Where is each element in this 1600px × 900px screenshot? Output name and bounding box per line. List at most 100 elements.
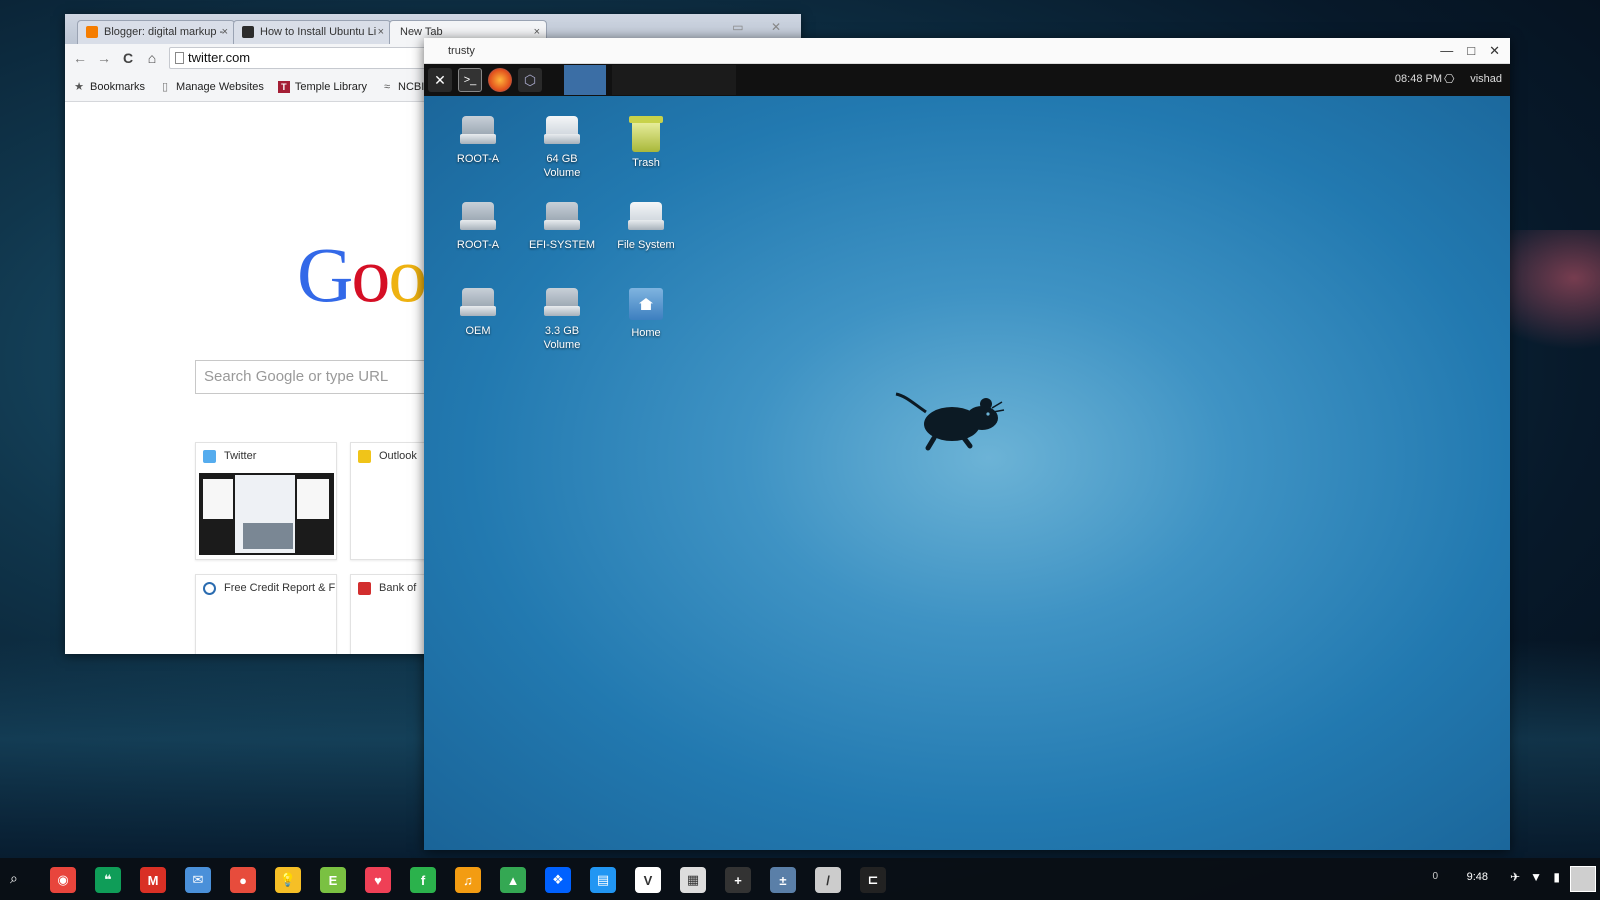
outlook-icon: [358, 450, 371, 463]
tab-blogger[interactable]: Blogger: digital markup - ×: [77, 20, 235, 44]
wifi-icon[interactable]: ▼: [1530, 870, 1542, 884]
desktop-icon-root-a[interactable]: ROOT-A: [436, 116, 520, 166]
files-icon[interactable]: ▤: [590, 867, 616, 893]
pocket-icon[interactable]: ♥: [365, 867, 391, 893]
calculator-icon[interactable]: ±: [770, 867, 796, 893]
desktop-icon-efi-system[interactable]: EFI-SYSTEM: [520, 202, 604, 252]
photos-icon[interactable]: ▦: [680, 867, 706, 893]
close-icon[interactable]: ✕: [1489, 38, 1500, 64]
home-icon[interactable]: ⌂: [145, 50, 159, 66]
most-visited-tile-twitter[interactable]: Twitter: [195, 442, 337, 560]
minimize-icon[interactable]: —: [1440, 38, 1453, 64]
desktop-icon-3-3gb-volume[interactable]: 3.3 GB Volume: [520, 288, 604, 352]
star-icon: ★: [74, 80, 84, 93]
twitter-icon: [203, 450, 216, 463]
drive-icon: [460, 116, 496, 146]
home-folder-icon: [629, 288, 663, 320]
vnc-icon[interactable]: V: [635, 867, 661, 893]
crosh-icon[interactable]: ⊏: [860, 867, 886, 893]
drive-icon: [544, 202, 580, 232]
inbox-icon[interactable]: ✉: [185, 867, 211, 893]
chromeos-shelf: ⌕ ◉ ❝ M ✉ ● 💡 E ♥ f ♫ ▲ ❖ ▤ V ▦ + ± / ⊏ 0 9:48 ✈ ▼ ▮: [0, 858, 1600, 900]
virtualbox-icon[interactable]: ⬡: [518, 68, 542, 92]
panel-user[interactable]: vishad: [1470, 73, 1502, 85]
drive-icon: [544, 288, 580, 318]
tab-label: How to Install Ubuntu Li: [260, 26, 377, 38]
bookmark-temple-library[interactable]: T Temple Library: [277, 80, 368, 93]
evernote-icon[interactable]: E: [320, 867, 346, 893]
tile-label: Twitter: [224, 450, 257, 462]
trash-icon: [629, 116, 663, 152]
taskbar-window-button[interactable]: [564, 65, 606, 95]
htg-icon: [242, 26, 254, 38]
panel-clock[interactable]: 08:48 PM: [1395, 73, 1442, 85]
trusty-window: trusty — □ ✕ ✕ >_ ⬡ 08:48 PM ⎔ vishad RO…: [424, 38, 1510, 850]
xfce-mouse-logo-icon: [895, 392, 1005, 451]
music-icon[interactable]: ♫: [455, 867, 481, 893]
bookmark-label: Bookmarks: [90, 80, 146, 93]
drive-icon: [460, 202, 496, 232]
bookmark-label: NCBI: [398, 80, 425, 93]
google-logo: Goo: [297, 231, 427, 318]
bookmark-label: Temple Library: [294, 80, 368, 93]
hangouts-icon[interactable]: ❝: [95, 867, 121, 893]
tile-label: Free Credit Report & F: [224, 582, 336, 594]
battery-icon[interactable]: ▮: [1553, 870, 1560, 884]
bookmark-label: Manage Websites: [176, 80, 264, 93]
desktop-icon-home[interactable]: Home: [604, 288, 688, 340]
bookmark-bookmarks[interactable]: ★ Bookmarks: [73, 81, 145, 93]
tile-label: Outlook: [379, 450, 417, 462]
dropbox-icon[interactable]: ❖: [545, 867, 571, 893]
tile-label: Bank of: [379, 582, 417, 594]
tab-label: Blogger: digital markup -: [104, 26, 224, 38]
trusty-title-bar[interactable]: trusty — □ ✕: [424, 38, 1510, 64]
tab-close-icon[interactable]: ×: [378, 21, 384, 43]
xfce-menu-icon[interactable]: ✕: [428, 68, 452, 92]
feedly-icon[interactable]: f: [410, 867, 436, 893]
temple-icon: T: [277, 80, 290, 93]
drive-icon[interactable]: ▲: [500, 867, 526, 893]
page-icon: ▯: [162, 80, 169, 93]
launcher-search-icon[interactable]: ⌕: [10, 870, 18, 887]
desktop-icon-oem[interactable]: OEM: [436, 288, 520, 338]
bookmark-manage-websites[interactable]: ▯ Manage Websites: [159, 81, 264, 93]
bookmark-ncbi[interactable]: ≈ NCBI: [381, 81, 424, 93]
tile-thumbnail: [199, 473, 334, 555]
tab-close-icon[interactable]: ×: [222, 21, 228, 43]
desktop-icon-root-a-2[interactable]: ROOT-A: [436, 202, 520, 252]
drive-icon: [460, 288, 496, 318]
omnibox-value: twitter.com: [188, 50, 251, 65]
back-icon[interactable]: ←: [73, 50, 87, 66]
desktop-icon-64gb-volume[interactable]: 64 GB Volume: [520, 116, 604, 180]
user-icon: ⎔: [1444, 72, 1455, 86]
firefox-icon[interactable]: [488, 68, 512, 92]
desktop-icon-trash[interactable]: Trash: [604, 116, 688, 170]
chrome-window-controls[interactable]: ▭ ✕: [732, 20, 793, 34]
tab-label: New Tab: [400, 26, 443, 38]
tab-ubuntu-guide[interactable]: How to Install Ubuntu Li ×: [233, 20, 391, 44]
maximize-icon[interactable]: □: [1467, 38, 1475, 64]
notification-count[interactable]: 0: [1432, 871, 1438, 882]
forward-icon[interactable]: →: [97, 50, 111, 66]
red-circle-icon[interactable]: ●: [230, 867, 256, 893]
reload-icon[interactable]: C: [121, 50, 135, 66]
terminal-icon[interactable]: >_: [458, 68, 482, 92]
ncbi-icon: ≈: [384, 80, 391, 93]
credit-report-icon: [203, 582, 216, 595]
desktop-icon-file-system[interactable]: File System: [604, 202, 688, 252]
xfce-panel: ✕ >_ ⬡ 08:48 PM ⎔ vishad: [424, 64, 1510, 96]
brush-icon[interactable]: /: [815, 867, 841, 893]
system-clock[interactable]: 9:48: [1467, 871, 1488, 883]
most-visited-tile-credit-report[interactable]: Free Credit Report & F: [195, 574, 337, 654]
no-notifications-icon[interactable]: ✈: [1510, 870, 1520, 884]
avatar[interactable]: [1570, 866, 1596, 892]
keep-icon[interactable]: 💡: [275, 867, 301, 893]
blogger-icon: [86, 26, 98, 38]
taskbar-area: [612, 65, 736, 95]
drive-icon: [544, 116, 580, 146]
page-icon: [175, 52, 184, 64]
plus-icon[interactable]: +: [725, 867, 751, 893]
bank-icon: [358, 582, 371, 595]
chrome-icon[interactable]: ◉: [50, 867, 76, 893]
gmail-icon[interactable]: M: [140, 867, 166, 893]
